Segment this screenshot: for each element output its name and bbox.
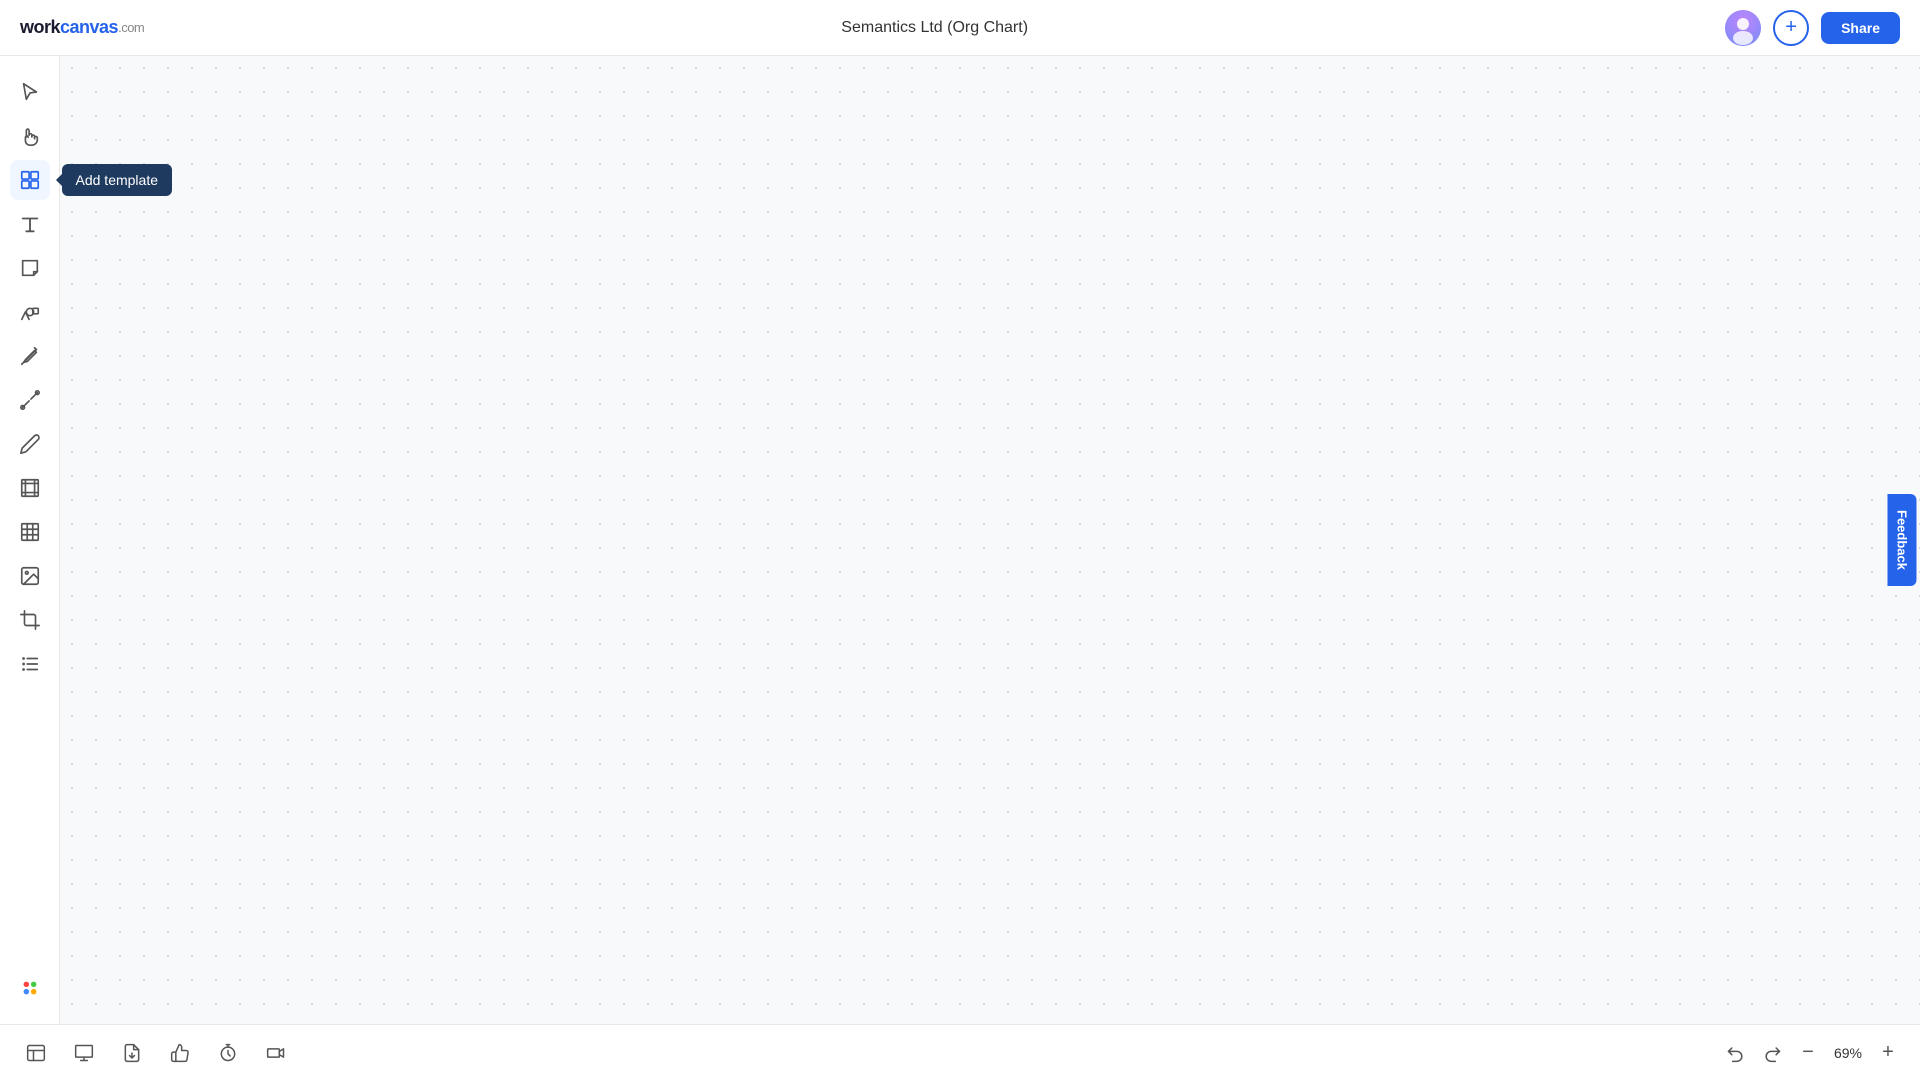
logo-canvas: canvas (60, 17, 118, 38)
export-tool[interactable] (112, 1033, 152, 1073)
page-title: Semantics Ltd (Org Chart) (841, 19, 1028, 37)
zoom-out-button[interactable]: − (1792, 1037, 1824, 1069)
connector-tool[interactable] (10, 380, 50, 420)
sidebar: Add template (0, 56, 60, 1024)
canvas-area[interactable] (60, 56, 1920, 1024)
table-tool[interactable] (10, 512, 50, 552)
video-tool[interactable] (256, 1033, 296, 1073)
panels-tool[interactable] (16, 1033, 56, 1073)
bottom-bar: − 69% + (0, 1024, 1920, 1080)
avatar[interactable] (1725, 10, 1761, 46)
share-button[interactable]: Share (1821, 12, 1900, 44)
undo-button[interactable] (1720, 1037, 1752, 1069)
add-button[interactable]: + (1773, 10, 1809, 46)
zoom-level[interactable]: 69% (1828, 1045, 1868, 1061)
feedback-tab[interactable]: Feedback (1888, 494, 1917, 586)
list-tool[interactable] (10, 644, 50, 684)
text-tool[interactable] (10, 204, 50, 244)
app-header: workcanvas.com Semantics Ltd (Org Chart)… (0, 0, 1920, 56)
hand-tool[interactable] (10, 116, 50, 156)
logo-work: work (20, 17, 60, 38)
present-tool[interactable] (64, 1033, 104, 1073)
frame-tool[interactable] (10, 468, 50, 508)
apps-tool[interactable] (10, 968, 50, 1008)
redo-button[interactable] (1756, 1037, 1788, 1069)
logo-com: .com (118, 20, 144, 35)
select-tool[interactable] (10, 72, 50, 112)
app-logo: workcanvas.com (20, 17, 144, 38)
sticky-note-tool[interactable] (10, 248, 50, 288)
shapes-tool[interactable] (10, 292, 50, 332)
zoom-in-button[interactable]: + (1872, 1037, 1904, 1069)
header-actions: + Share (1725, 10, 1900, 46)
template-tool[interactable]: Add template (10, 160, 50, 200)
pen-tool[interactable] (10, 336, 50, 376)
reactions-tool[interactable] (160, 1033, 200, 1073)
crop-tool[interactable] (10, 600, 50, 640)
image-tool[interactable] (10, 556, 50, 596)
timer-tool[interactable] (208, 1033, 248, 1073)
bottom-right-controls: − 69% + (1720, 1037, 1904, 1069)
pencil-tool[interactable] (10, 424, 50, 464)
